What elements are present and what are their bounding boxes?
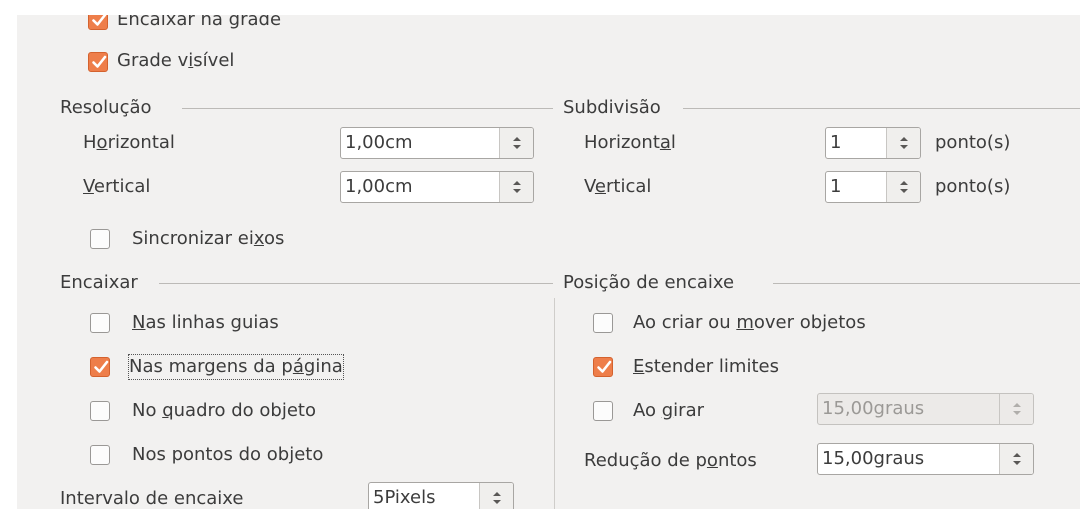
spin-updown-icon[interactable] (499, 128, 533, 158)
resolution-horizontal-spinbox[interactable]: 1,00cm (340, 127, 534, 159)
checkmark-icon (92, 55, 107, 68)
point-reduction-spinbox[interactable]: 15,00graus (817, 443, 1034, 475)
resolution-horizontal-value[interactable]: 1,00cm (341, 128, 499, 158)
point-reduction-value[interactable]: 15,00graus (818, 444, 999, 474)
grid-options-panel: Encaixar na grade Grade visível Resoluçã… (17, 15, 1080, 509)
snap-position-section-divider (773, 283, 1080, 284)
spin-updown-icon[interactable] (999, 444, 1033, 474)
subdivision-section-divider (683, 108, 1080, 109)
rotate-angle-value[interactable]: 15,00graus (818, 394, 999, 424)
subdivision-horizontal-spinbox[interactable]: 1 (825, 127, 921, 159)
subdivision-horizontal-label: Horizontal (584, 132, 676, 153)
visible-grid-checkbox[interactable] (88, 52, 108, 72)
resolution-vertical-label: Vertical (83, 176, 151, 197)
resolution-vertical-value[interactable]: 1,00cm (341, 172, 499, 202)
snap-range-spinbox[interactable]: 5Pixels (368, 482, 514, 509)
subdivision-horizontal-value[interactable]: 1 (826, 128, 886, 158)
snap-object-frame-checkbox[interactable] (90, 401, 110, 421)
spin-updown-icon[interactable] (999, 394, 1033, 424)
snap-guides-label: Nas linhas guias (132, 312, 279, 333)
extend-edges-checkbox[interactable] (593, 357, 613, 377)
snap-create-move-checkbox[interactable] (593, 313, 613, 333)
spin-updown-icon[interactable] (886, 128, 920, 158)
rotate-checkbox[interactable] (593, 401, 613, 421)
subdivision-section-title: Subdivisão (563, 97, 661, 118)
subdivision-vertical-value[interactable]: 1 (826, 172, 886, 202)
resolution-section-title: Resolução (60, 97, 152, 118)
snap-range-label: Intervalo de encaixe (60, 488, 244, 509)
resolution-vertical-spinbox[interactable]: 1,00cm (340, 171, 534, 203)
snap-section-divider (159, 283, 553, 284)
point-reduction-label: Redução de pontos (584, 450, 757, 471)
snap-position-section-title: Posição de encaixe (563, 272, 735, 293)
subdivision-horizontal-unit: ponto(s) (935, 132, 1011, 153)
rotate-label: Ao girar (633, 400, 705, 421)
snap-to-grid-checkbox[interactable] (88, 15, 108, 30)
sync-axes-checkbox[interactable] (90, 229, 110, 249)
snap-create-move-label: Ao criar ou mover objetos (633, 312, 866, 333)
visible-grid-label: Grade visível (117, 50, 235, 71)
rotate-angle-spinbox[interactable]: 15,00graus (817, 393, 1034, 425)
checkmark-icon (92, 15, 107, 26)
column-separator (554, 298, 555, 509)
subdivision-vertical-unit: ponto(s) (935, 176, 1011, 197)
snap-to-grid-label: Encaixar na grade (117, 15, 282, 30)
snap-object-points-label: Nos pontos do objeto (132, 444, 324, 465)
snap-object-points-checkbox[interactable] (90, 445, 110, 465)
checkmark-icon (597, 360, 612, 373)
resolution-horizontal-label: Horizontal (83, 132, 175, 153)
snap-page-margins-label: Nas margens da página (128, 354, 344, 380)
subdivision-vertical-label: Vertical (584, 176, 652, 197)
sync-axes-label: Sincronizar eixos (132, 228, 285, 249)
checkmark-icon (94, 360, 109, 373)
spin-updown-icon[interactable] (499, 172, 533, 202)
snap-page-margins-checkbox[interactable] (90, 357, 110, 377)
spin-updown-icon[interactable] (886, 172, 920, 202)
snap-section-title: Encaixar (60, 272, 138, 293)
subdivision-vertical-spinbox[interactable]: 1 (825, 171, 921, 203)
resolution-section-divider (182, 108, 553, 109)
extend-edges-label: Estender limites (633, 356, 779, 377)
spin-updown-icon[interactable] (479, 483, 513, 509)
snap-range-value[interactable]: 5Pixels (369, 483, 479, 509)
snap-guides-checkbox[interactable] (90, 313, 110, 333)
snap-object-frame-label: No quadro do objeto (132, 400, 316, 421)
